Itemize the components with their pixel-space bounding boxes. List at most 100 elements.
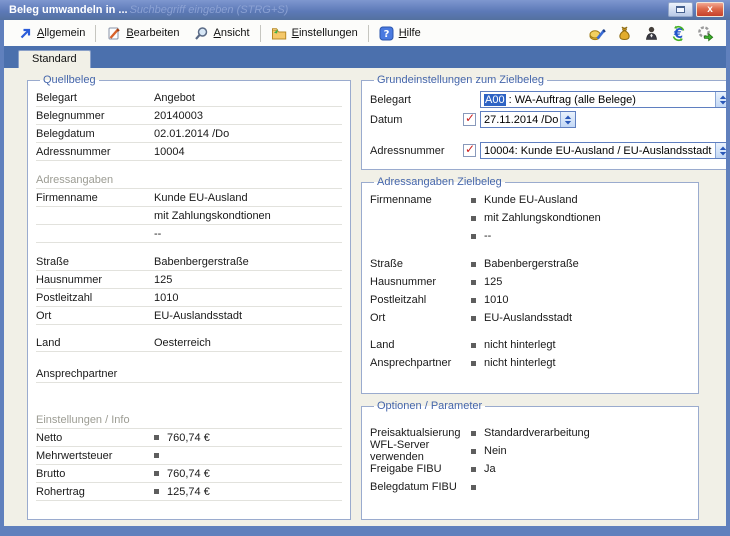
address-row: Hausnummer125 xyxy=(370,273,690,291)
menu-item-hilfe[interactable]: ? Hilfe xyxy=(372,24,428,43)
field-adressnummer: Adressnummer ✓ 10004: Kunde EU-Ausland /… xyxy=(370,141,726,160)
bullet-icon xyxy=(471,280,476,285)
address-row: mit Zahlungskondtionen xyxy=(370,209,690,227)
bullet-icon xyxy=(471,216,476,221)
close-icon: x xyxy=(707,4,713,15)
source-row: LandOesterreich xyxy=(36,334,342,352)
target-settings-title: Grundeinstellungen zum Zielbeleg xyxy=(374,74,547,86)
menu-label: Einstellungen xyxy=(292,27,358,39)
spacer xyxy=(370,327,690,336)
svg-text:?: ? xyxy=(383,29,389,40)
convert-icon[interactable] xyxy=(697,25,714,42)
right-column: Grundeinstellungen zum Zielbeleg Belegar… xyxy=(361,74,699,520)
options-panel: Optionen / Parameter PreisaktualsierungS… xyxy=(361,400,699,520)
menubar: Allgemein Bearbeiten Ansicht Einstellung… xyxy=(4,20,726,46)
source-row: Hausnummer125 xyxy=(36,271,342,289)
source-row: Ansprechpartner xyxy=(36,365,342,383)
menu-item-allgemein[interactable]: Allgemein xyxy=(12,25,92,42)
content-area: Quellbeleg BelegartAngebot Belegnummer20… xyxy=(4,68,726,526)
spacer xyxy=(36,325,342,334)
field-datum: Datum ✓ 27.11.2014 /Do xyxy=(370,110,726,129)
source-panel: Quellbeleg BelegartAngebot Belegnummer20… xyxy=(27,74,351,520)
folder-settings-icon xyxy=(271,26,287,41)
source-row: OrtEU-Auslandsstadt xyxy=(36,307,342,325)
address-row: FirmennameKunde EU-Ausland xyxy=(370,191,690,209)
menu-item-einstellungen[interactable]: Einstellungen xyxy=(264,24,365,43)
source-row: Mehrwertsteuer xyxy=(36,447,342,465)
source-row: Rohertrag125,74 € xyxy=(36,483,342,501)
source-row: FirmennameKunde EU-Ausland xyxy=(36,189,342,207)
tabstrip: Standard xyxy=(4,46,726,68)
target-settings-panel: Grundeinstellungen zum Zielbeleg Belegar… xyxy=(361,74,726,170)
adressnummer-combobox[interactable]: 10004: Kunde EU-Ausland / EU-Auslandssta… xyxy=(480,142,726,159)
selected-code: A00 xyxy=(484,94,506,106)
bullet-icon xyxy=(471,298,476,303)
menubar-separator xyxy=(95,25,96,42)
spinner-icon[interactable] xyxy=(715,92,726,107)
spinner-icon[interactable] xyxy=(560,112,575,127)
target-address-title: Adressangaben Zielbeleg xyxy=(374,176,505,188)
edit-note-icon xyxy=(106,26,121,41)
menubar-separator xyxy=(260,25,261,42)
source-panel-title: Quellbeleg xyxy=(40,74,99,86)
source-row: -- xyxy=(36,225,342,243)
source-row: BelegartAngebot xyxy=(36,89,342,107)
adressnummer-checkbox[interactable]: ✓ xyxy=(463,144,476,157)
bullet-icon xyxy=(471,449,476,454)
field-belegart: Belegart A00: WA-Auftrag (alle Belege) xyxy=(370,90,726,109)
menu-label: Bearbeiten xyxy=(126,27,179,39)
window-controls: x xyxy=(668,2,724,17)
address-row: OrtEU-Auslandsstadt xyxy=(370,309,690,327)
source-row: mit Zahlungskondtionen xyxy=(36,207,342,225)
money-bag-icon[interactable] xyxy=(616,25,633,42)
option-row: WFL-Server verwendenNein xyxy=(370,442,690,460)
bullet-icon xyxy=(154,489,159,494)
source-row: Belegdatum02.01.2014 /Do xyxy=(36,125,342,143)
spinner-icon[interactable] xyxy=(715,143,726,158)
bullet-icon xyxy=(154,453,159,458)
bullet-icon xyxy=(471,198,476,203)
titlebar: Beleg umwandeln in ... Suchbegriff einge… xyxy=(0,0,730,20)
restore-icon xyxy=(676,6,685,13)
price-edit-icon[interactable] xyxy=(589,25,606,42)
restore-button[interactable] xyxy=(668,2,693,17)
spacer xyxy=(370,245,690,255)
target-address-panel: Adressangaben Zielbeleg FirmennameKunde … xyxy=(361,176,699,394)
option-row: Belegdatum FIBU xyxy=(370,478,690,496)
customer-icon[interactable] xyxy=(643,25,660,42)
checkmark-icon: ✓ xyxy=(465,111,475,125)
address-row: Ansprechpartnernicht hinterlegt xyxy=(370,354,690,372)
menu-label: Hilfe xyxy=(399,27,421,39)
source-section-header: Adressangaben xyxy=(36,171,342,189)
menu-item-ansicht[interactable]: Ansicht xyxy=(187,24,257,43)
spacer xyxy=(36,352,342,365)
bullet-icon xyxy=(471,316,476,321)
bullet-icon xyxy=(471,343,476,348)
menu-label: Ansicht xyxy=(214,27,250,39)
address-row: -- xyxy=(370,227,690,245)
source-row: StraßeBabenbergerstraße xyxy=(36,253,342,271)
tab-standard[interactable]: Standard xyxy=(18,50,91,68)
help-icon: ? xyxy=(379,26,394,41)
euro-refresh-icon[interactable]: € xyxy=(670,25,687,42)
datum-checkbox[interactable]: ✓ xyxy=(463,113,476,126)
menu-item-bearbeiten[interactable]: Bearbeiten xyxy=(99,24,186,43)
bullet-icon xyxy=(471,485,476,490)
spacer xyxy=(36,383,342,411)
menu-label: Allgemein xyxy=(37,27,85,39)
options-panel-title: Optionen / Parameter xyxy=(374,400,485,412)
source-row: Adressnummer10004 xyxy=(36,143,342,161)
checkmark-icon: ✓ xyxy=(465,142,475,156)
source-section-header: Einstellungen / Info xyxy=(36,411,342,429)
bullet-icon xyxy=(471,431,476,436)
menubar-separator xyxy=(368,25,369,42)
source-row: Brutto760,74 € xyxy=(36,465,342,483)
close-button[interactable]: x xyxy=(696,2,724,17)
bullet-icon xyxy=(154,471,159,476)
option-row: Freigabe FIBUJa xyxy=(370,460,690,478)
bullet-icon xyxy=(471,234,476,239)
datum-combobox[interactable]: 27.11.2014 /Do xyxy=(480,111,576,128)
bullet-icon xyxy=(471,262,476,267)
belegart-combobox[interactable]: A00: WA-Auftrag (alle Belege) xyxy=(480,91,726,108)
bullet-icon xyxy=(471,467,476,472)
